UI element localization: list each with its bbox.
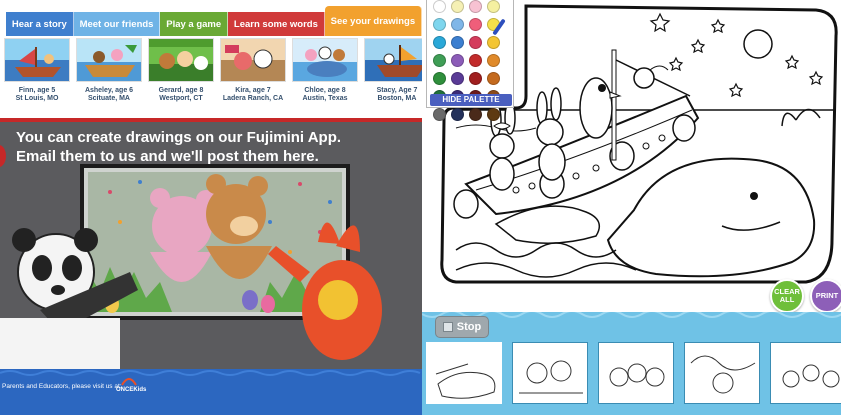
gallery-item[interactable]: Finn, age 5 St Louis, MO <box>4 38 70 104</box>
oncekids-logo-icon <box>121 378 137 386</box>
drawing-thumbnail[interactable] <box>220 38 286 82</box>
color-swatch[interactable] <box>451 54 464 67</box>
coloring-pages-strip: Stop <box>422 312 841 415</box>
color-swatch[interactable] <box>487 36 500 49</box>
animals-drawing-icon <box>149 39 213 70</box>
hide-palette-button[interactable]: HIDE PALETTE <box>430 94 512 106</box>
color-palette: HIDE PALETTE <box>426 0 514 121</box>
color-swatch[interactable] <box>487 54 500 67</box>
gallery-name: Chloe, age 8 <box>304 87 346 94</box>
drawing-thumbnail[interactable] <box>76 38 142 82</box>
gallery-item[interactable]: Stacy, Age 7 Boston, MA <box>364 38 422 104</box>
gallery-name: Gerard, age 8 <box>158 87 204 94</box>
animals-drawing-icon <box>225 45 273 70</box>
color-swatch[interactable] <box>469 36 482 49</box>
color-swatch[interactable] <box>451 108 464 121</box>
boat-drawing-icon <box>377 45 422 77</box>
gallery-item[interactable]: Asheley, age 6 Scituate, MA <box>76 38 142 104</box>
whale-page-icon <box>435 363 496 399</box>
animals-page-icon <box>609 363 665 387</box>
jungle-page-icon <box>690 355 756 394</box>
coloring-page: HIDE PALETTE CLEAR ALL PRINT Stop <box>422 0 841 415</box>
color-swatch[interactable] <box>469 72 482 85</box>
color-swatch[interactable] <box>469 0 482 13</box>
page-thumbnail[interactable] <box>512 342 588 404</box>
color-swatch[interactable] <box>469 54 482 67</box>
color-swatch[interactable] <box>451 18 464 31</box>
clear-all-button[interactable]: CLEAR ALL <box>770 279 804 313</box>
party-page-icon <box>782 364 840 388</box>
stop-button[interactable]: Stop <box>435 316 489 338</box>
drawing-thumbnail[interactable] <box>148 38 214 82</box>
boat-drawing-icon <box>15 47 61 77</box>
boat-drawing-icon <box>85 45 137 77</box>
color-swatch[interactable] <box>433 72 446 85</box>
gallery-name: Kira, age 7 <box>235 87 271 94</box>
gallery-name: Asheley, age 6 <box>84 87 134 94</box>
color-swatch[interactable] <box>487 0 500 13</box>
gallery-item[interactable]: Gerard, age 8 Westport, CT <box>148 38 214 104</box>
page-thumbnail[interactable] <box>598 342 674 404</box>
footer: Parents and Educators, please visit us a… <box>0 369 422 415</box>
color-swatch[interactable] <box>487 108 500 121</box>
tab-play-a-game[interactable]: Play a game <box>160 12 229 36</box>
tab-meet-our-friends[interactable]: Meet our friends <box>73 12 161 36</box>
drawings-page: Hear a story Meet our friends Play a gam… <box>0 0 422 415</box>
color-swatch[interactable] <box>451 72 464 85</box>
gallery-name: Stacy, Age 7 <box>376 87 418 94</box>
whale-drawing-icon <box>305 46 347 77</box>
color-swatch[interactable] <box>433 18 446 31</box>
color-swatch[interactable] <box>433 0 446 13</box>
color-swatch[interactable] <box>451 0 464 13</box>
color-swatch[interactable] <box>451 36 464 49</box>
tab-see-your-drawings[interactable]: See your drawings <box>324 6 422 36</box>
stop-label: Stop <box>456 321 482 333</box>
color-swatch[interactable] <box>469 108 482 121</box>
gallery-place: Boston, MA <box>377 95 417 102</box>
gallery-place: St Louis, MO <box>15 95 59 102</box>
gallery-place: Westport, CT <box>159 95 203 102</box>
animals-page-icon <box>519 360 583 394</box>
wave-decoration <box>0 370 421 376</box>
drawing-thumbnail[interactable] <box>292 38 358 82</box>
app-root: Hear a story Meet our friends Play a gam… <box>0 0 841 415</box>
gallery-item[interactable]: Chloe, age 8 Austin, Texas <box>292 38 358 104</box>
drawing-thumbnail[interactable] <box>364 38 422 82</box>
gallery-place: Ladera Ranch, CA <box>222 95 284 102</box>
page-thumbnails <box>426 342 841 404</box>
app-promo-banner: You can create drawings on our Fujimini … <box>0 122 422 369</box>
drawing-thumbnail[interactable] <box>4 38 70 82</box>
tab-learn-some-words[interactable]: Learn some words <box>228 12 325 36</box>
nav-tabs: Hear a story Meet our friends Play a gam… <box>6 6 422 36</box>
oncekids-logo[interactable]: ONCEKids <box>116 387 146 393</box>
color-swatch[interactable] <box>433 108 446 121</box>
page-thumbnail[interactable] <box>684 342 760 404</box>
page-thumbnail[interactable] <box>770 342 841 404</box>
print-button[interactable]: PRINT <box>810 279 841 313</box>
parents-educators-text: Parents and Educators, please visit us a… <box>2 383 122 390</box>
color-swatch[interactable] <box>433 36 446 49</box>
color-swatch[interactable] <box>433 54 446 67</box>
color-swatch[interactable] <box>487 72 500 85</box>
stop-icon <box>442 322 453 332</box>
gallery-place: Austin, Texas <box>302 95 348 102</box>
page-thumbnail[interactable] <box>426 342 502 404</box>
gallery-place: Scituate, MA <box>87 95 130 102</box>
promo-illustration <box>0 164 382 369</box>
gallery-item[interactable]: Kira, age 7 Ladera Ranch, CA <box>220 38 286 104</box>
drawings-gallery: Finn, age 5 St Louis, MO Asheley, age 6 … <box>4 38 422 104</box>
tab-hear-a-story[interactable]: Hear a story <box>6 12 74 36</box>
color-swatch[interactable] <box>469 18 482 31</box>
gallery-name: Finn, age 5 <box>18 87 56 94</box>
